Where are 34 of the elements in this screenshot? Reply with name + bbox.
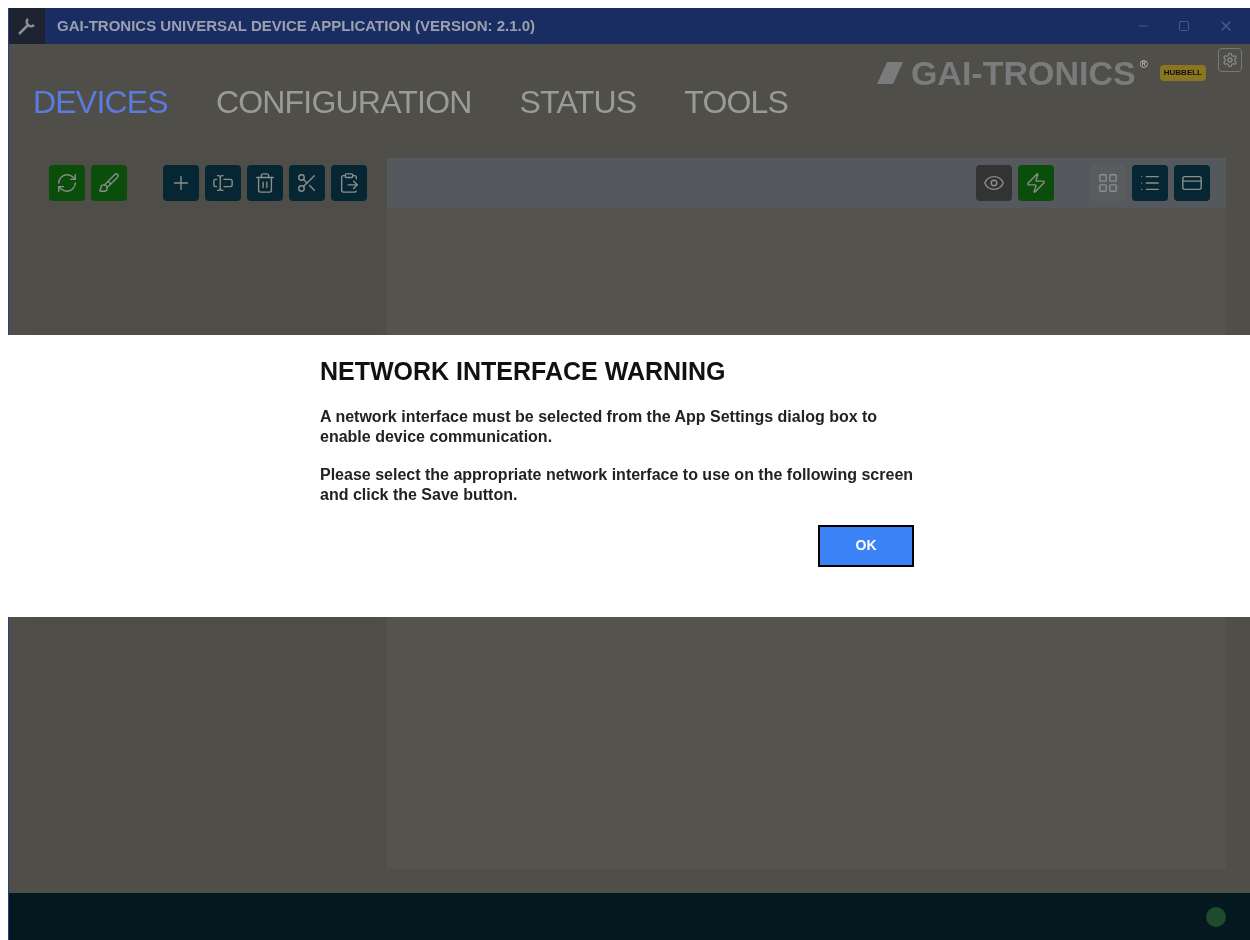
- toolbar-button[interactable]: [247, 165, 283, 201]
- nav-tab[interactable]: STATUS: [519, 86, 637, 118]
- ok-button[interactable]: OK: [818, 524, 914, 567]
- maximize-icon[interactable]: [1178, 20, 1190, 32]
- toolbar-button[interactable]: [331, 165, 367, 201]
- text-cursor-icon: [212, 172, 234, 194]
- dialog-message: A network interface must be selected from the App Settings dialog box to enable device communication.: [320, 406, 879, 447]
- settings-button[interactable]: [1218, 48, 1242, 72]
- nav-tab[interactable]: DEVICES: [33, 86, 168, 118]
- dialog-title: NETWORK INTERFACE WARNING: [320, 356, 727, 387]
- toolbar-button[interactable]: [1132, 165, 1168, 201]
- scissors-icon: [296, 172, 318, 194]
- settings-icon: [1222, 52, 1238, 68]
- toolbar-button[interactable]: [976, 165, 1012, 201]
- toolbar-button[interactable]: [289, 165, 325, 201]
- toolbar-button[interactable]: [1018, 165, 1054, 201]
- wrench-icon: [9, 8, 45, 44]
- trash-icon: [254, 172, 276, 194]
- lightning-icon: [1025, 172, 1047, 194]
- dialog-message: Please select the appropriate network interface to use on the following screen and click the Save button.: [320, 464, 915, 505]
- toolbar-button[interactable]: [1174, 165, 1210, 201]
- nav-tab[interactable]: CONFIGURATION: [215, 86, 472, 118]
- brush-icon: [98, 172, 120, 194]
- clipboard-icon: [338, 172, 360, 194]
- grid-icon: [1097, 172, 1119, 194]
- toolbar-button[interactable]: [163, 165, 199, 201]
- toolbar-button[interactable]: [205, 165, 241, 201]
- toolbar-button[interactable]: [49, 165, 85, 201]
- toolbar-button[interactable]: [91, 165, 127, 201]
- logo-registered-mark: ®: [1139, 57, 1148, 72]
- logo-badge: HUBBELL: [1159, 65, 1206, 81]
- nav-tab[interactable]: TOOLS: [684, 86, 789, 118]
- window-title: GAI-TRONICS UNIVERSAL DEVICE APPLICATION (VERSION: 2.1.0): [57, 15, 536, 36]
- refresh-icon: [56, 172, 78, 194]
